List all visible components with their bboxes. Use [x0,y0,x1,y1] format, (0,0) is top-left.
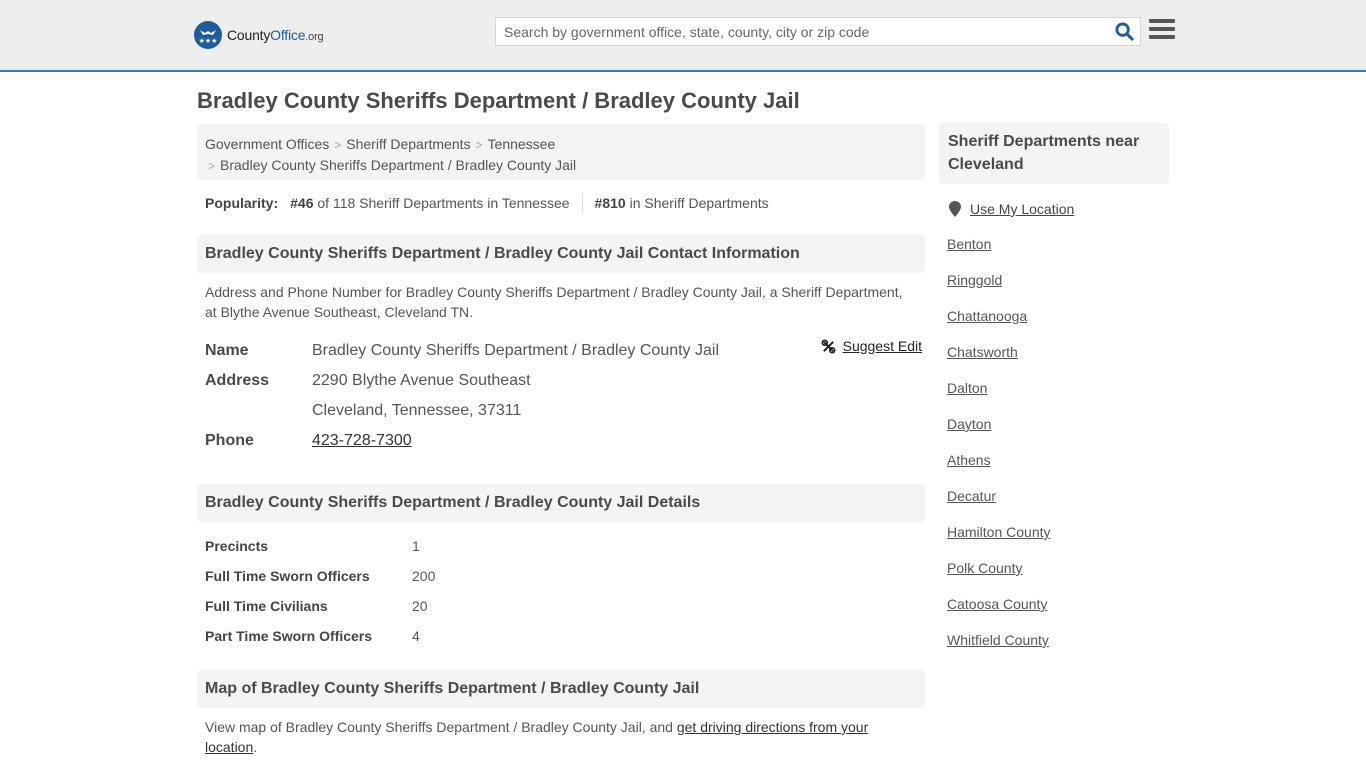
site-logo[interactable]: ★★★ CountyOffice.org [194,21,324,49]
nearby-link-whitfield-county[interactable]: Whitfield County [947,632,1049,648]
list-item: Decatur [947,488,1051,524]
nearby-link-decatur[interactable]: Decatur [947,488,996,504]
list-item: Dayton [947,416,1051,452]
sidebar-heading: Sheriff Departments near Cleveland [939,123,1169,184]
use-my-location-link[interactable]: Use My Location [970,201,1074,217]
nearby-list: Benton Ringgold Chattanooga Chatsworth D… [947,236,1051,668]
search-bar [495,17,1141,46]
details-label: Part Time Sworn Officers [205,628,373,644]
nearby-link-catoosa-county[interactable]: Catoosa County [947,596,1047,612]
search-button[interactable] [1108,18,1140,45]
name-row: Name Bradley County Sheriffs Department … [205,336,925,366]
site-header: ★★★ CountyOffice.org [0,0,1366,72]
breadcrumb-government-offices[interactable]: Government Offices [205,136,329,152]
hamburger-menu-icon[interactable] [1149,19,1175,43]
nearby-link-ringgold[interactable]: Ringgold [947,272,1002,288]
list-item: Whitfield County [947,632,1051,668]
chevron-right-icon: > [208,159,216,173]
svg-text:★★★: ★★★ [199,37,218,45]
national-rank: #810 [594,195,626,211]
contact-info: Suggest Edit Name Bradley County Sheriff… [205,336,925,456]
address-label: Address [205,372,270,389]
details-table: Precincts 1 Full Time Sworn Officers 200 F… [205,531,435,651]
chevron-right-icon: > [334,138,342,152]
breadcrumb-sheriff-departments[interactable]: Sheriff Departments [346,136,470,152]
details-heading: Bradley County Sheriffs Department / Bra… [197,484,925,522]
list-item: Ringgold [947,272,1051,308]
nearby-link-benton[interactable]: Benton [947,236,991,252]
list-item: Chatsworth [947,344,1051,380]
nearby-link-hamilton-county[interactable]: Hamilton County [947,524,1051,540]
details-row: Part Time Sworn Officers 4 [205,621,435,651]
state-rank-text: of 118 Sheriff Departments in Tennessee [317,195,570,211]
use-my-location[interactable]: Use My Location [949,201,1074,217]
details-row: Full Time Sworn Officers 200 [205,561,435,591]
nearby-link-athens[interactable]: Athens [947,452,991,468]
details-label: Full Time Sworn Officers [205,568,370,584]
breadcrumb-tennessee[interactable]: Tennessee [488,136,556,152]
list-item: Athens [947,452,1051,488]
address-row-2: Cleveland, Tennessee, 37311 [205,396,925,426]
nearby-link-chatsworth[interactable]: Chatsworth [947,344,1018,360]
contact-heading: Bradley County Sheriffs Department / Bra… [197,235,925,273]
search-input[interactable] [496,18,1108,45]
phone-row: Phone 423-728-7300 [205,426,925,456]
suggest-edit[interactable]: Suggest Edit [821,338,922,354]
popularity-bar: Popularity: #46 of 118 Sheriff Departmen… [205,193,769,213]
list-item: Polk County [947,560,1051,596]
national-rank-text: in Sheriff Departments [629,195,769,211]
details-row: Full Time Civilians 20 [205,591,435,621]
details-value: 4 [412,628,420,644]
contact-description: Address and Phone Number for Bradley Cou… [205,284,903,320]
address-line2: Cleveland, Tennessee, 37311 [312,402,522,419]
address-row: Address 2290 Blythe Avenue Southeast [205,366,925,396]
map-heading: Map of Bradley County Sheriffs Departmen… [197,670,925,708]
list-item: Catoosa County [947,596,1051,632]
phone-label: Phone [205,432,254,449]
nearby-link-chattanooga[interactable]: Chattanooga [947,308,1027,324]
map-description: View map of Bradley County Sheriffs Depa… [205,719,869,755]
name-label: Name [205,342,249,359]
list-item: Benton [947,236,1051,272]
list-item: Hamilton County [947,524,1051,560]
details-value: 200 [412,568,436,584]
suggest-edit-link[interactable]: Suggest Edit [843,338,922,354]
search-icon [1114,22,1134,41]
details-value: 20 [412,598,428,614]
popularity-divider [581,193,583,213]
logo-text: CountyOffice.org [227,27,324,43]
nearby-link-dalton[interactable]: Dalton [947,380,987,396]
breadcrumb: Government Offices > Sheriff Departments > T… [197,124,925,180]
popularity-label: Popularity: [205,195,279,211]
eagle-stars-icon: ★★★ [194,21,222,49]
details-value: 1 [412,538,420,554]
phone-link[interactable]: 423-728-7300 [312,432,412,449]
nearby-link-dayton[interactable]: Dayton [947,416,991,432]
list-item: Dalton [947,380,1051,416]
details-label: Full Time Civilians [205,598,328,614]
header-divider [0,68,1366,70]
details-row: Precincts 1 [205,531,435,561]
list-item: Chattanooga [947,308,1051,344]
map-pin-icon [949,201,961,217]
page-title: Bradley County Sheriffs Department / Bra… [197,88,800,113]
address-line1: 2290 Blythe Avenue Southeast [312,372,531,389]
name-value: Bradley County Sheriffs Department / Bra… [312,342,720,359]
chevron-right-icon: > [475,138,483,152]
details-label: Precincts [205,538,269,554]
broken-link-icon [821,338,836,354]
breadcrumb-current: Bradley County Sheriffs Department / Bra… [220,157,577,173]
nearby-link-polk-county[interactable]: Polk County [947,560,1022,576]
state-rank: #46 [290,195,314,211]
